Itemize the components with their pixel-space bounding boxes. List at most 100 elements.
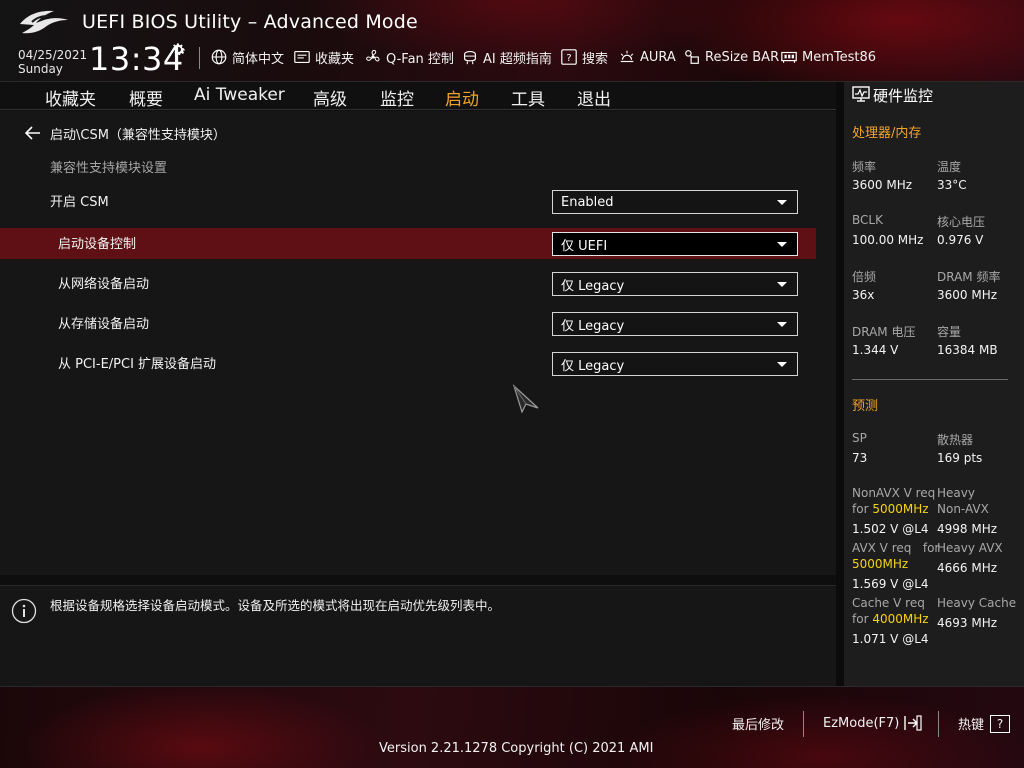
search-button[interactable]: ? 搜索 — [560, 47, 608, 67]
dram-voltage-label: DRAM 电压 — [852, 325, 916, 339]
nonavx-for-text: for — [852, 502, 869, 516]
ai-oc-guide-label: AI 超频指南 — [483, 51, 552, 67]
globe-icon — [211, 49, 227, 65]
cache-freq-highlight: 4000MHz — [872, 612, 929, 626]
main-tab-bar — [0, 82, 836, 110]
hotkeys-button[interactable]: 热键 ? — [958, 714, 1011, 733]
favorites-tool-button[interactable]: 收藏夹 — [293, 47, 354, 67]
nonavx-vreq-label: NonAVX V req — [852, 486, 936, 500]
storage-boot-value: 仅 Legacy — [561, 318, 625, 334]
svg-text:?: ? — [566, 53, 571, 64]
frequency-value: 3600 MHz — [852, 178, 913, 192]
tab-ai-tweaker[interactable]: Ai Tweaker — [194, 85, 285, 108]
aura-label: AURA — [640, 49, 676, 65]
tab-monitor[interactable]: 监控 — [380, 85, 414, 113]
cooler-value: 169 pts — [937, 451, 983, 465]
heavy-nonavx-value: 4998 MHz — [937, 522, 998, 536]
tab-main[interactable]: 概要 — [129, 85, 163, 113]
dropdown-arrow-icon — [777, 322, 787, 327]
pcie-boot-select[interactable]: 仅 Legacy — [552, 352, 798, 376]
csm-value: Enabled — [561, 194, 614, 210]
ezmode-label: EzMode(F7) — [823, 715, 900, 731]
language-button[interactable]: 简体中文 — [210, 47, 284, 67]
last-modified-label: 最后修改 — [732, 718, 785, 733]
rog-logo-icon — [20, 10, 68, 34]
cache-vreq-for: for 4000MHz — [852, 612, 929, 626]
tab-tool[interactable]: 工具 — [511, 85, 545, 113]
tab-favorites[interactable]: 收藏夹 — [45, 85, 96, 113]
core-voltage-value: 0.976 V — [937, 233, 984, 247]
ai-oc-guide-button[interactable]: AI 超频指南 — [461, 47, 552, 67]
cache-vreq-value: 1.071 V @L4 — [852, 632, 929, 646]
capacity-label: 容量 — [937, 325, 962, 339]
aura-button[interactable]: AURA — [618, 47, 676, 67]
hw-monitor-title: 硬件监控 — [873, 87, 934, 105]
frequency-label: 频率 — [852, 160, 877, 174]
tab-exit[interactable]: 退出 — [577, 85, 611, 113]
resize-bar-icon — [685, 50, 699, 64]
hotkeys-label: 热键 — [958, 718, 985, 733]
favorites-icon — [294, 51, 310, 63]
avx-vreq-text: AVX V req — [852, 541, 912, 555]
prediction-section-title: 预测 — [852, 399, 879, 414]
network-boot-label: 从网络设备启动 — [58, 277, 150, 292]
nonavx-freq-highlight: 5000MHz — [872, 502, 929, 516]
ratio-label: 倍频 — [852, 270, 877, 284]
sp-label: SP — [852, 431, 867, 445]
cache-for-text: for — [852, 612, 869, 626]
storage-boot-select[interactable]: 仅 Legacy — [552, 312, 798, 336]
dropdown-arrow-icon — [777, 242, 787, 247]
gear-icon[interactable] — [170, 41, 187, 58]
avx-vreq-value: 1.569 V @L4 — [852, 577, 929, 591]
boot-device-control-value: 仅 UEFI — [561, 238, 608, 254]
csm-select[interactable]: Enabled — [552, 190, 798, 214]
hw-monitor-divider — [852, 379, 1008, 380]
nonavx-vreq-for: for 5000MHz — [852, 502, 929, 516]
tab-advanced[interactable]: 高级 — [313, 85, 347, 113]
breadcrumb: 启动\CSM（兼容性支持模块） — [50, 128, 226, 143]
heavy-nonavx-label-1: Heavy — [937, 486, 975, 500]
avx-freq-highlight: 5000MHz — [852, 557, 909, 571]
csm-label: 开启 CSM — [50, 195, 109, 210]
info-icon — [11, 598, 37, 624]
date-display: 04/25/2021 — [18, 48, 88, 62]
temperature-value: 33°C — [937, 178, 967, 192]
capacity-value: 16384 MB — [937, 343, 998, 357]
storage-boot-label: 从存储设备启动 — [58, 317, 150, 332]
dropdown-arrow-icon — [777, 200, 787, 205]
cooler-label: 散热器 — [937, 433, 974, 447]
aura-light-icon — [620, 50, 634, 63]
resize-bar-label: ReSize BAR — [705, 49, 780, 65]
bclk-label: BCLK — [852, 213, 883, 227]
nonavx-vreq-value: 1.502 V @L4 — [852, 522, 929, 536]
last-modified-button[interactable]: 最后修改 — [732, 714, 784, 733]
heavy-nonavx-label-2: Non-AVX — [937, 502, 989, 516]
network-boot-value: 仅 Legacy — [561, 278, 625, 294]
network-boot-select[interactable]: 仅 Legacy — [552, 272, 798, 296]
heavy-cache-value: 4693 MHz — [937, 616, 998, 630]
core-voltage-label: 核心电压 — [937, 215, 986, 229]
avx-vreq-label: AVX V req for — [852, 541, 939, 555]
memtest-label: MemTest86 — [802, 49, 877, 65]
help-text: 根据设备规格选择设备启动模式。设备及所选的模式将出现在启动优先级列表中。 — [50, 598, 501, 613]
qfan-button[interactable]: Q-Fan 控制 — [364, 47, 454, 67]
back-arrow-icon[interactable] — [24, 125, 42, 141]
section-heading: 兼容性支持模块设置 — [50, 161, 168, 176]
pcie-boot-label: 从 PCI-E/PCI 扩展设备启动 — [58, 357, 217, 372]
dropdown-arrow-icon — [777, 362, 787, 367]
ezmode-button[interactable]: EzMode(F7) — [823, 714, 923, 732]
language-label: 简体中文 — [232, 51, 285, 67]
day-display: Sunday — [18, 62, 63, 76]
search-label: 搜索 — [582, 51, 609, 67]
footer-divider — [803, 711, 804, 737]
mouse-pointer-icon — [512, 384, 539, 414]
version-text: Version 2.21.1278 Copyright (C) 2021 AMI — [379, 741, 654, 756]
boot-device-control-select[interactable]: 仅 UEFI — [552, 232, 798, 256]
hotkeys-key-label: ? — [996, 716, 1004, 731]
memtest-button[interactable]: MemTest86 — [780, 47, 876, 67]
resize-bar-button[interactable]: ReSize BAR — [683, 47, 779, 67]
help-search-icon: ? — [561, 49, 577, 65]
panel-scrollbar[interactable] — [836, 82, 844, 686]
app-title: UEFI BIOS Utility – Advanced Mode — [82, 11, 418, 33]
dram-frequency-value: 3600 MHz — [937, 288, 998, 302]
